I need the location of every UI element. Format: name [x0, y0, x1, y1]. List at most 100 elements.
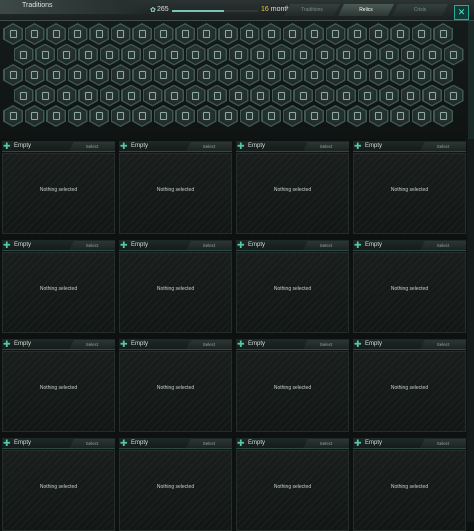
tradition-hex[interactable]	[390, 105, 410, 127]
tradition-hex[interactable]	[304, 64, 324, 86]
tradition-hex[interactable]	[207, 84, 227, 107]
tradition-hex[interactable]	[390, 23, 410, 45]
select-button[interactable]: Select	[186, 340, 232, 349]
tradition-hex[interactable]	[196, 23, 217, 45]
tradition-hex[interactable]	[153, 23, 174, 45]
tradition-hex[interactable]	[110, 23, 131, 45]
tradition-hex[interactable]	[3, 64, 23, 86]
relic-slot-card[interactable]: ✚ Empty Select Nothing selected	[236, 438, 349, 531]
tradition-hex[interactable]	[175, 105, 195, 127]
select-button[interactable]: Select	[420, 439, 466, 448]
tradition-hex[interactable]	[121, 43, 141, 66]
tradition-hex[interactable]	[67, 23, 88, 45]
tradition-hex[interactable]	[218, 64, 238, 86]
tradition-hex[interactable]	[293, 84, 313, 107]
tradition-hex[interactable]	[357, 43, 378, 66]
select-button[interactable]: Select	[186, 439, 232, 448]
tradition-hex[interactable]	[67, 64, 88, 86]
tradition-hex[interactable]	[433, 64, 453, 86]
tradition-hex[interactable]	[379, 84, 399, 107]
tradition-hex[interactable]	[35, 43, 55, 66]
relic-slot-card[interactable]: ✚ Empty Select Nothing selected	[353, 339, 466, 432]
tradition-hex[interactable]	[132, 64, 152, 86]
tradition-hex[interactable]	[411, 23, 432, 45]
tradition-hex[interactable]	[261, 64, 281, 86]
tradition-hex[interactable]	[24, 64, 45, 86]
tradition-hex[interactable]	[207, 43, 227, 66]
tradition-hex[interactable]	[67, 105, 88, 127]
relic-slot-card[interactable]: ✚ Empty Select Nothing selected	[236, 141, 349, 234]
tradition-hex[interactable]	[347, 64, 367, 86]
tradition-hex[interactable]	[78, 84, 98, 107]
tradition-hex[interactable]	[175, 64, 195, 86]
relic-slot-card[interactable]: ✚ Empty Select Nothing selected	[236, 240, 349, 333]
tradition-hex[interactable]	[24, 23, 45, 45]
select-button[interactable]: Select	[69, 241, 115, 250]
tradition-hex[interactable]	[433, 23, 453, 45]
tradition-hex[interactable]	[368, 64, 389, 86]
tradition-hex[interactable]	[250, 43, 270, 66]
tradition-hex[interactable]	[282, 23, 303, 45]
relic-slot-card[interactable]: ✚ Empty Select Nothing selected	[2, 339, 115, 432]
tradition-hex[interactable]	[357, 84, 378, 107]
tradition-hex[interactable]	[368, 23, 389, 45]
tab-relics[interactable]: Relics	[338, 4, 394, 16]
tradition-hex[interactable]	[99, 43, 120, 66]
tradition-hex[interactable]	[314, 43, 335, 66]
tradition-hex[interactable]	[78, 43, 98, 66]
tradition-hex[interactable]	[239, 64, 260, 86]
tradition-hex[interactable]	[400, 84, 421, 107]
tradition-hex[interactable]	[271, 43, 292, 66]
relic-slot-card[interactable]: ✚ Empty Select Nothing selected	[236, 339, 349, 432]
tradition-hex[interactable]	[35, 84, 55, 107]
tradition-hex[interactable]	[46, 105, 66, 127]
relic-slot-card[interactable]: ✚ Empty Select Nothing selected	[353, 141, 466, 234]
tradition-hex[interactable]	[153, 64, 174, 86]
tradition-hex[interactable]	[261, 23, 281, 45]
relic-slot-card[interactable]: ✚ Empty Select Nothing selected	[119, 141, 232, 234]
tradition-hex[interactable]	[89, 105, 109, 127]
tradition-hex[interactable]	[3, 23, 23, 45]
tradition-hex[interactable]	[99, 84, 120, 107]
select-button[interactable]: Select	[303, 241, 349, 250]
select-button[interactable]: Select	[303, 142, 349, 151]
close-button[interactable]: ✕	[454, 5, 469, 20]
tab-crisis[interactable]: Crisis	[392, 4, 448, 16]
tradition-hex[interactable]	[13, 84, 34, 107]
tradition-hex[interactable]	[325, 105, 346, 127]
tradition-hex[interactable]	[400, 43, 421, 66]
tradition-hex[interactable]	[196, 64, 217, 86]
tradition-hex[interactable]	[261, 105, 281, 127]
tradition-hex[interactable]	[304, 23, 324, 45]
select-button[interactable]: Select	[186, 241, 232, 250]
tradition-hex[interactable]	[443, 84, 464, 107]
tradition-hex[interactable]	[164, 84, 184, 107]
relic-slot-card[interactable]: ✚ Empty Select Nothing selected	[2, 438, 115, 531]
relic-slot-card[interactable]: ✚ Empty Select Nothing selected	[2, 141, 115, 234]
select-button[interactable]: Select	[303, 439, 349, 448]
tradition-hex[interactable]	[153, 105, 174, 127]
tradition-hex[interactable]	[250, 84, 270, 107]
tradition-hex[interactable]	[422, 84, 442, 107]
tradition-hex[interactable]	[110, 105, 131, 127]
relic-slot-card[interactable]: ✚ Empty Select Nothing selected	[353, 438, 466, 531]
tradition-hex[interactable]	[132, 105, 152, 127]
tradition-hex[interactable]	[196, 105, 217, 127]
tradition-hex[interactable]	[56, 84, 77, 107]
tradition-hex[interactable]	[89, 23, 109, 45]
tradition-hex[interactable]	[368, 105, 389, 127]
select-button[interactable]: Select	[420, 340, 466, 349]
relic-slot-card[interactable]: ✚ Empty Select Nothing selected	[119, 240, 232, 333]
select-button[interactable]: Select	[69, 142, 115, 151]
tradition-hex[interactable]	[228, 43, 249, 66]
tradition-hex[interactable]	[218, 23, 238, 45]
tradition-hex[interactable]	[132, 23, 152, 45]
tradition-hex[interactable]	[56, 43, 77, 66]
tradition-hex[interactable]	[304, 105, 324, 127]
tradition-hex[interactable]	[282, 105, 303, 127]
tradition-hex[interactable]	[228, 84, 249, 107]
tradition-hex[interactable]	[336, 43, 356, 66]
tradition-hex[interactable]	[293, 43, 313, 66]
select-button[interactable]: Select	[69, 439, 115, 448]
scrollbar[interactable]	[467, 139, 474, 522]
